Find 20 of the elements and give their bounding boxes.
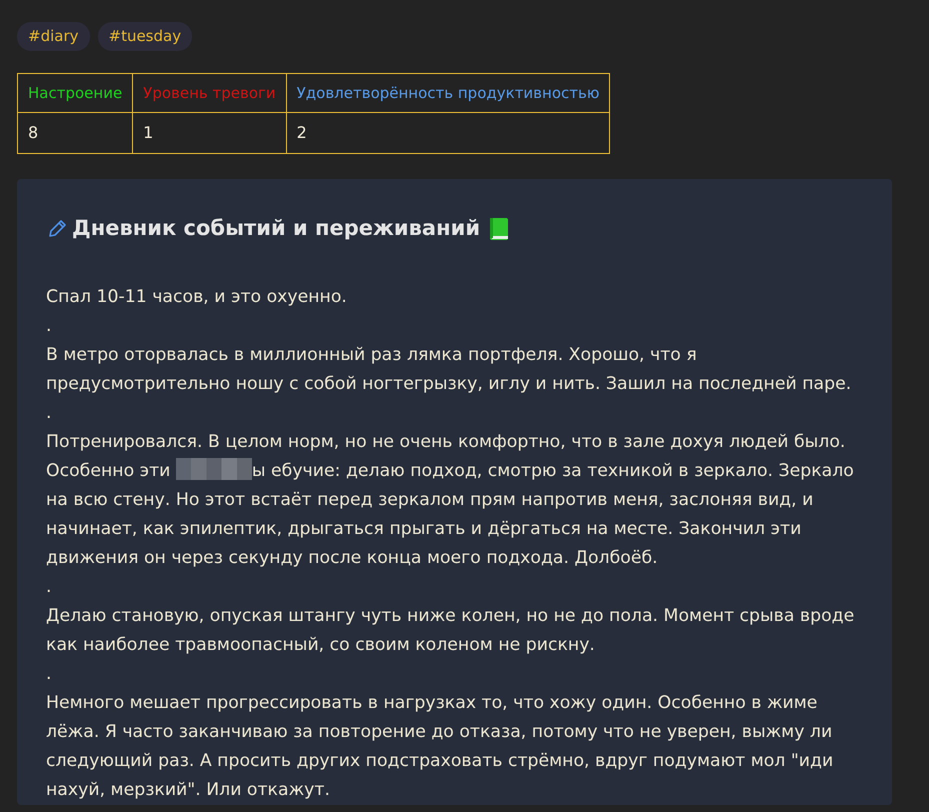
paragraph-text: Делаю становую, опуская штангу чуть ниже колен, но не до пола. Момент срыва вроде как наиболее травмоопасный, со своим коленом не рискну. <box>46 604 856 656</box>
paragraph-text: . <box>46 576 52 598</box>
paragraph-text: . <box>46 662 52 686</box>
callout-title: Дневник событий и переживаний <box>72 215 480 242</box>
table-cell: 1 <box>132 112 286 154</box>
paragraph-text: Потренировался. В целом норм, но не очень комфортно, что в зале дохуя людей было. Особенно эти ы ебучие: делаю подход, смотрю за техникой в зеркало. Зеркало на всю стену. Но этот встаёт перед зеркалом прям напротив меня, заслоняя вид, и начинает, как эпилептик, дрыгаться прыгать и дёргаться на месте. Закончил эти движения он через секунду после конца моего подхода. Долбоёб. <box>46 430 855 570</box>
tag-label[interactable]: #diary <box>17 22 90 50</box>
tag-label[interactable]: #tuesday <box>98 22 192 50</box>
table-cell: 2 <box>286 112 610 154</box>
paragraph-text: Спал 10-11 часов, и это охуенно. <box>46 286 348 308</box>
paragraph-text: В метро оторвалась в миллионный раз лямка портфеля. Хорошо, что я предусмотрительно ношу с собой ногтегрызку, иглу и нить. Зашил на последней паре. <box>46 344 852 396</box>
table-cell: 8 <box>18 112 133 154</box>
book-icon <box>488 216 510 241</box>
paragraph-text: Немного мешает прогрессировать в нагрузках то, что хожу один. Особенно в жиме лёжа. Я часто заканчиваю за повторение до отказа, потому что не уверен, выжму ли следующий раз. А просить других подстраховать стрёмно, вдруг подумают мол "иди нахуй, мерзкий". Или откажут. <box>46 692 834 802</box>
column-header: Уровень тревоги <box>132 73 286 112</box>
column-header: Удовлетворённость продуктивностью <box>286 73 610 112</box>
paragraph-text: . <box>46 402 52 424</box>
paragraph-text: . <box>46 314 52 338</box>
pencil-icon <box>46 218 68 240</box>
column-header: Настроение <box>18 73 133 112</box>
